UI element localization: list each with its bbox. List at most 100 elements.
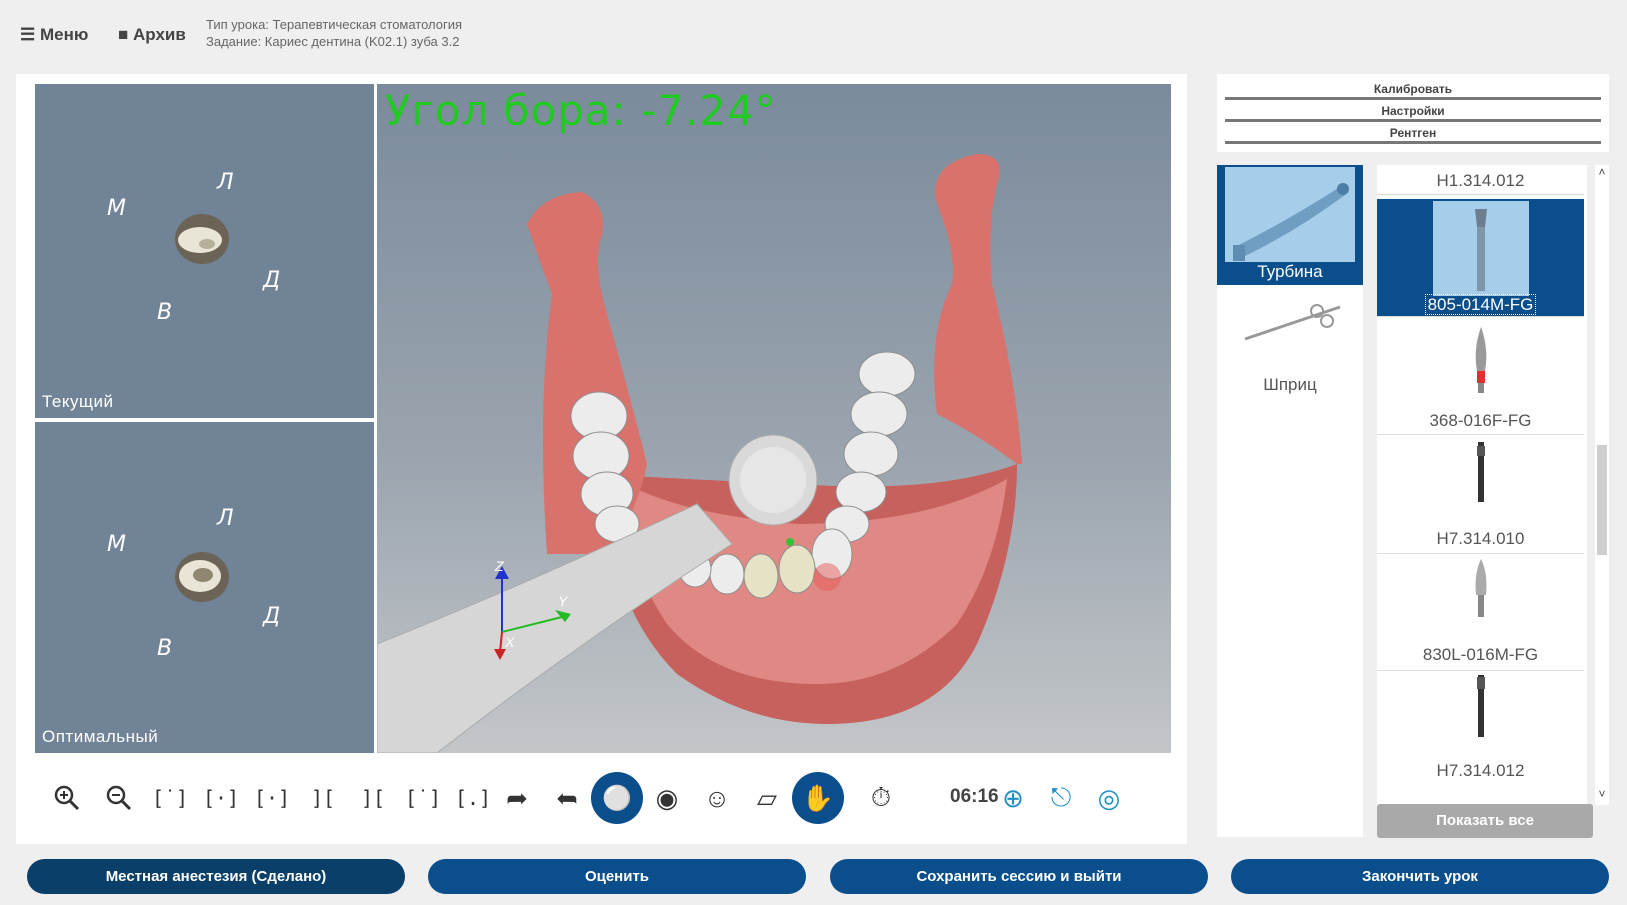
bur-code: H7.314.010: [1436, 529, 1525, 548]
view-occlusal-icon: [.]: [454, 786, 492, 810]
scroll-up-icon[interactable]: ˄: [1595, 165, 1609, 179]
bur-code: H1.314.012: [1436, 171, 1525, 190]
calibrate-button[interactable]: Калибровать: [1225, 82, 1601, 100]
calibration-menu: Калибровать Настройки Рентген: [1217, 74, 1609, 152]
hamburger-icon: ☰: [20, 25, 36, 44]
view-occlusal-button[interactable]: [.]: [448, 773, 498, 823]
bur-angle-readout: Угол бора: -7.24°: [385, 86, 777, 135]
tool-syringe[interactable]: Шприц: [1217, 285, 1363, 405]
view-front-icon: [˙]: [151, 786, 189, 810]
xray-tooth-button[interactable]: ▱: [742, 773, 792, 823]
bur-code: H7.314.012: [1436, 761, 1525, 780]
direction-d: Д: [263, 604, 281, 629]
direction-m: М: [107, 532, 126, 557]
view-left-button[interactable]: [·]: [196, 773, 246, 823]
tool-turbine[interactable]: Турбина: [1217, 165, 1363, 285]
bur-item[interactable]: H7.314.012: [1377, 671, 1584, 789]
direction-l: Л: [217, 170, 234, 195]
jaw-model-scene: [377, 154, 1022, 753]
bur-item[interactable]: 368-016F-FG: [1377, 317, 1584, 435]
tool-turbine-label: Турбина: [1257, 262, 1323, 281]
view-back-button[interactable]: [˙]: [398, 773, 448, 823]
bur-item-selected[interactable]: 805-014M-FG: [1377, 199, 1584, 317]
bur-code: 805-014M-FG: [1377, 294, 1584, 315]
archive-icon: ■: [118, 25, 129, 44]
evaluate-button[interactable]: Оценить: [428, 859, 806, 894]
local-anesthesia-button[interactable]: Местная анестезия (Сделано): [27, 859, 405, 894]
menu-button[interactable]: ☰ Меню: [20, 25, 88, 45]
redo-icon: ➦: [506, 782, 528, 813]
head-view-button[interactable]: ☺: [692, 773, 742, 823]
turbine-icon: [1225, 167, 1355, 262]
single-tooth-button[interactable]: ◉: [642, 773, 692, 823]
lesson-task: Задание: Кариес дентина (K02.1) зуба 3.2: [206, 34, 460, 49]
archive-label: Архив: [133, 25, 186, 44]
stopwatch-icon: ⏱: [870, 782, 892, 812]
bur-image: [1433, 438, 1529, 533]
tooth-model-optimal: [175, 552, 229, 602]
settings-button[interactable]: Настройки: [1225, 104, 1601, 122]
optimal-label: Оптимальный: [42, 727, 159, 746]
xray-button[interactable]: Рентген: [1225, 126, 1601, 144]
view-top-button[interactable]: ][: [298, 773, 348, 823]
bur-code: 368-016F-FG: [1429, 411, 1532, 430]
bur-item[interactable]: H1.314.012: [1377, 165, 1584, 195]
view-bottom-button[interactable]: ][: [348, 773, 398, 823]
redo-button[interactable]: ➦: [492, 773, 542, 823]
stamp-icon: ⎋: [1050, 782, 1072, 812]
undo-button[interactable]: ➦: [542, 773, 592, 823]
direction-d: Д: [263, 268, 281, 293]
finish-lesson-button[interactable]: Закончить урок: [1231, 859, 1609, 894]
axis-x-label: X: [505, 634, 515, 650]
stopwatch-button[interactable]: ⏱: [856, 773, 906, 823]
tooth-outline-icon: ◉: [655, 782, 679, 813]
bur-item[interactable]: H7.314.010: [1377, 436, 1584, 554]
target-button[interactable]: ⊕: [988, 773, 1038, 823]
axis-z-label: Z: [495, 558, 504, 574]
view-back-icon: [˙]: [404, 786, 442, 810]
bur-image: [1433, 555, 1529, 650]
axis-y-label: Y: [558, 593, 568, 609]
tool-list: Турбина Шприц: [1217, 165, 1363, 837]
scroll-down-icon[interactable]: ˅: [1595, 787, 1609, 801]
current-tooth-preview[interactable]: М Л Д В Текущий: [35, 84, 374, 418]
bur-image: [1433, 319, 1529, 414]
zoom-out-button[interactable]: [94, 773, 144, 823]
stamp-button[interactable]: ⎋: [1036, 773, 1086, 823]
view-right-icon: [·]: [253, 786, 291, 810]
view-bottom-icon: ][: [360, 786, 386, 810]
scroll-thumb[interactable]: [1597, 445, 1607, 555]
crosshair-icon: ⊕: [1002, 782, 1024, 813]
view-left-icon: [·]: [202, 786, 240, 810]
zoom-in-button[interactable]: [42, 773, 92, 823]
hand-mode-toggle[interactable]: ✋: [792, 772, 844, 824]
view-front-button[interactable]: [˙]: [145, 773, 195, 823]
tooth-focus-toggle[interactable]: ⚪: [591, 772, 643, 824]
bur-list: H1.314.012 805-014M-FG 368-016F-FG H7.31…: [1377, 165, 1587, 805]
3d-viewport[interactable]: Z Y X Угол бора: -7.24°: [377, 84, 1171, 753]
view-right-button[interactable]: [·]: [247, 773, 297, 823]
undo-icon: ➦: [556, 782, 578, 813]
bur-item[interactable]: 830L-016M-FG: [1377, 553, 1584, 671]
bur-image: [1433, 673, 1529, 768]
bur-list-scrollbar[interactable]: ˄ ˅: [1595, 165, 1609, 805]
lesson-info: Тип урока: Терапевтическая стоматология …: [206, 16, 462, 50]
head-icon: ☺: [703, 782, 731, 813]
direction-l: Л: [217, 506, 234, 531]
current-label: Текущий: [42, 392, 114, 411]
tooth-xray-icon: ▱: [757, 782, 777, 813]
direction-m: М: [107, 196, 126, 221]
archive-button[interactable]: ■ Архив: [118, 25, 186, 45]
optimal-tooth-preview[interactable]: М Л Д В Оптимальный: [35, 422, 374, 753]
webcam-icon: ◎: [1097, 782, 1121, 813]
syringe-icon: [1225, 287, 1355, 382]
save-session-exit-button[interactable]: Сохранить сессию и выйти: [830, 859, 1208, 894]
hand-icon: ✋: [801, 782, 835, 813]
bur-code: 830L-016M-FG: [1422, 645, 1539, 664]
show-all-button[interactable]: Показать все: [1377, 804, 1593, 838]
tool-syringe-label: Шприц: [1263, 375, 1317, 394]
webcam-button[interactable]: ◎: [1084, 773, 1134, 823]
lesson-type: Тип урока: Терапевтическая стоматология: [206, 17, 463, 32]
zoom-in-icon: [54, 785, 80, 811]
zoom-out-icon: [106, 785, 132, 811]
